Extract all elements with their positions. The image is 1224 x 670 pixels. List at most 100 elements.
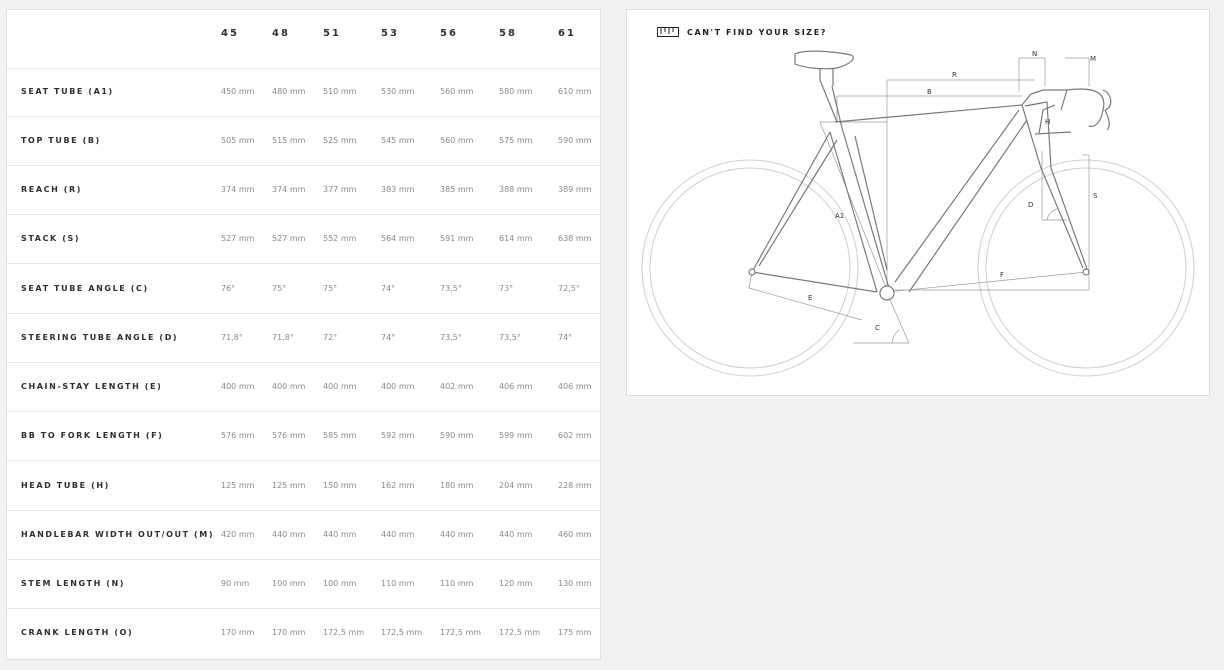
size-column-header: 53 <box>381 28 399 39</box>
table-cell: 591 mm <box>440 234 474 243</box>
table-cell: 400 mm <box>221 382 255 391</box>
table-cell: 71,8° <box>272 333 294 342</box>
table-cell: 576 mm <box>221 431 255 440</box>
size-header-row: 45 48 51 53 56 58 61 <box>7 10 600 69</box>
table-cell: 72° <box>323 333 338 342</box>
table-cell: 100 mm <box>323 579 357 588</box>
table-cell: 440 mm <box>381 530 415 539</box>
table-cell: 527 mm <box>221 234 255 243</box>
label-chain-stay-length: E <box>808 294 812 302</box>
row-label: SEAT TUBE (A1) <box>21 87 114 96</box>
table-cell: 610 mm <box>558 87 592 96</box>
table-cell: 564 mm <box>381 234 415 243</box>
label-stack: S <box>1093 192 1098 200</box>
table-cell: 100 mm <box>272 579 306 588</box>
bottom-bracket <box>879 285 895 301</box>
table-cell: 385 mm <box>440 185 474 194</box>
table-cell: 228 mm <box>558 481 592 490</box>
table-cell: 74° <box>381 333 396 342</box>
geometry-diagram-panel: N M R B H A1 D S F E C CAN'T FIND YOUR S… <box>626 9 1210 396</box>
label-seat-tube-angle: C <box>875 324 880 332</box>
table-row-handlebar-width: HANDLEBAR WIDTH OUT/OUT (M) 420 mm 440 m… <box>7 511 600 560</box>
table-cell: 172,5 mm <box>499 628 541 637</box>
table-cell: 150 mm <box>323 481 357 490</box>
table-cell: 575 mm <box>499 136 533 145</box>
row-label: HANDLEBAR WIDTH OUT/OUT (M) <box>21 530 215 539</box>
table-cell: 420 mm <box>221 530 255 539</box>
row-label: BB TO FORK LENGTH (F) <box>21 431 164 440</box>
table-cell: 73° <box>499 284 514 293</box>
table-cell: 510 mm <box>323 87 357 96</box>
size-help-link[interactable]: CAN'T FIND YOUR SIZE? <box>657 25 827 39</box>
table-cell: 400 mm <box>323 382 357 391</box>
table-cell: 525 mm <box>323 136 357 145</box>
row-label: TOP TUBE (B) <box>21 136 101 145</box>
table-cell: 602 mm <box>558 431 592 440</box>
table-cell: 638 mm <box>558 234 592 243</box>
size-help-text: CAN'T FIND YOUR SIZE? <box>687 27 828 37</box>
table-cell: 460 mm <box>558 530 592 539</box>
table-cell: 450 mm <box>221 87 255 96</box>
table-cell: 172,5 mm <box>440 628 482 637</box>
label-head-tube: H <box>1045 118 1050 126</box>
table-cell: 440 mm <box>323 530 357 539</box>
table-cell: 480 mm <box>272 87 306 96</box>
table-cell: 527 mm <box>272 234 306 243</box>
table-cell: 383 mm <box>381 185 415 194</box>
geometry-table: 45 48 51 53 56 58 61 SEAT TUBE (A1) 450 … <box>6 9 601 660</box>
table-row-head-tube: HEAD TUBE (H) 125 mm 125 mm 150 mm 162 m… <box>7 462 600 511</box>
size-column-header: 48 <box>272 28 290 39</box>
bike-geometry-diagram: N M R B H A1 D S F E C <box>641 50 1195 377</box>
table-cell: 580 mm <box>499 87 533 96</box>
table-cell: 440 mm <box>440 530 474 539</box>
row-label: REACH (R) <box>21 185 83 194</box>
row-label: STACK (S) <box>21 234 81 243</box>
table-cell: 374 mm <box>272 185 306 194</box>
row-label: SEAT TUBE ANGLE (C) <box>21 284 149 293</box>
table-cell: 74° <box>381 284 396 293</box>
size-column-header: 45 <box>221 28 239 39</box>
table-cell: 75° <box>272 284 287 293</box>
table-cell: 400 mm <box>272 382 306 391</box>
table-row-top-tube: TOP TUBE (B) 505 mm 515 mm 525 mm 545 mm… <box>7 117 600 166</box>
table-cell: 73,5° <box>440 284 462 293</box>
table-cell: 590 mm <box>558 136 592 145</box>
table-cell: 599 mm <box>499 431 533 440</box>
label-stem-length: N <box>1032 50 1037 58</box>
table-cell: 172,5 mm <box>381 628 423 637</box>
table-row-bb-to-fork-length: BB TO FORK LENGTH (F) 576 mm 576 mm 585 … <box>7 412 600 461</box>
table-cell: 402 mm <box>440 382 474 391</box>
table-cell: 125 mm <box>272 481 306 490</box>
table-cell: 614 mm <box>499 234 533 243</box>
table-cell: 172,5 mm <box>323 628 365 637</box>
label-bb-to-fork-length: F <box>1000 271 1004 279</box>
table-cell: 585 mm <box>323 431 357 440</box>
table-cell: 406 mm <box>558 382 592 391</box>
table-cell: 590 mm <box>440 431 474 440</box>
table-cell: 170 mm <box>221 628 255 637</box>
table-cell: 71,8° <box>221 333 243 342</box>
table-cell: 170 mm <box>272 628 306 637</box>
front-axle <box>1082 268 1090 276</box>
rear-axle <box>748 268 756 276</box>
table-cell: 73,5° <box>499 333 521 342</box>
table-row-reach: REACH (R) 374 mm 374 mm 377 mm 383 mm 38… <box>7 166 600 215</box>
label-reach: R <box>952 71 957 79</box>
table-cell: 175 mm <box>558 628 592 637</box>
row-label: CRANK LENGTH (O) <box>21 628 134 637</box>
table-cell: 120 mm <box>499 579 533 588</box>
size-column-header: 61 <box>558 28 576 39</box>
table-row-seat-tube-angle: SEAT TUBE ANGLE (C) 76° 75° 75° 74° 73,5… <box>7 265 600 314</box>
label-top-tube: B <box>927 88 932 96</box>
table-cell: 72,5° <box>558 284 580 293</box>
size-column-header: 51 <box>323 28 341 39</box>
table-cell: 440 mm <box>272 530 306 539</box>
rear-wheel-inner <box>649 167 851 369</box>
table-cell: 406 mm <box>499 382 533 391</box>
table-cell: 110 mm <box>381 579 415 588</box>
table-cell: 377 mm <box>323 185 357 194</box>
row-label: CHAIN-STAY LENGTH (E) <box>21 382 163 391</box>
table-row-stack: STACK (S) 527 mm 527 mm 552 mm 564 mm 59… <box>7 215 600 264</box>
table-cell: 374 mm <box>221 185 255 194</box>
table-cell: 110 mm <box>440 579 474 588</box>
